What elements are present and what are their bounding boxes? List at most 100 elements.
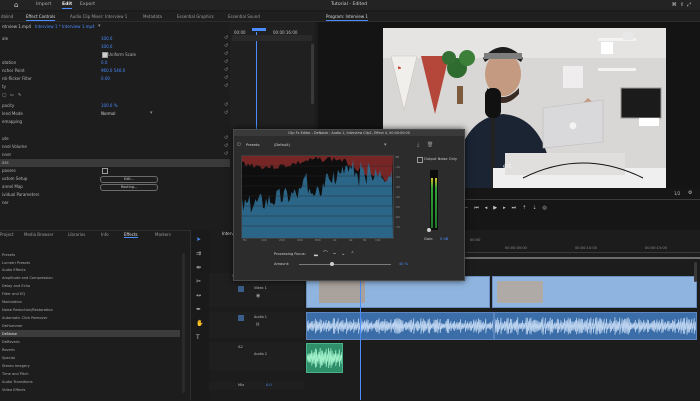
focus-curve-buttons[interactable]: ▂⌒⌣⌄⌃ [314, 250, 360, 257]
tab-markers[interactable]: Markers [155, 232, 171, 237]
ec-row[interactable]: nner ↺ [0, 151, 230, 159]
blend-mode-select[interactable]: Normal [101, 111, 115, 116]
pen-tool-icon[interactable]: ✒ [196, 306, 201, 313]
track-header-mix[interactable]: Mix 0.0 [208, 382, 304, 390]
audio-clip[interactable] [306, 312, 494, 340]
effects-list-item[interactable]: Delay and Echo [2, 284, 30, 288]
ec-row[interactable]: otation 0.0 ↺ [0, 59, 230, 67]
track-select-icon[interactable]: ⇉ [196, 250, 201, 257]
play-icon[interactable]: ▶ [493, 205, 503, 211]
ec-row[interactable]: emapping [0, 118, 230, 126]
frame-forward-icon[interactable]: ▸ [503, 205, 512, 211]
bypass-checkbox[interactable] [102, 168, 108, 174]
mask-tools-row[interactable]: ◯ ▭ ✎ [0, 91, 230, 99]
ec-row[interactable]: pacity 100.0 % ↺ [0, 102, 230, 110]
ec-row-selected[interactable]: ass [0, 159, 230, 167]
edit-button[interactable]: Edit... [100, 176, 158, 183]
tab-essential-graphics[interactable]: Essential Graphics [177, 14, 214, 19]
effects-list-item[interactable]: Time and Pitch [2, 372, 29, 376]
step-back-icon[interactable]: ⏮ [474, 205, 485, 211]
amount-slider-handle[interactable] [330, 262, 334, 266]
tab-dalind[interactable]: dalind [1, 14, 13, 19]
home-icon[interactable]: ⌂ [14, 1, 22, 9]
ec-row[interactable]: ner [0, 199, 230, 207]
menu-edit[interactable]: Edit [62, 2, 73, 9]
track-target-a1[interactable] [238, 315, 244, 321]
share-icon[interactable]: ⇪ [680, 2, 687, 8]
music-clip[interactable] [306, 343, 343, 373]
ec-row[interactable]: ividual Parameters [0, 191, 230, 199]
mute-icon[interactable]: M [256, 322, 259, 327]
tab-metadata[interactable]: Metadata [143, 14, 162, 19]
tab-libraries[interactable]: Libraries [68, 232, 85, 237]
uniform-scale-row[interactable]: Uniform Scale ↺ [0, 51, 230, 59]
noise-spectrum-display[interactable] [241, 155, 394, 239]
workspaces-icon[interactable]: ⌘ [672, 2, 680, 8]
effects-list-item[interactable]: Audio Transitions [2, 380, 33, 384]
audio-clip[interactable] [494, 312, 697, 340]
eye-icon[interactable]: ◉ [256, 293, 260, 299]
menu-export[interactable]: Export [80, 2, 95, 7]
effects-list-item[interactable]: Presets [2, 253, 15, 257]
custom-setup-row[interactable]: ustom Setup Edit... [0, 175, 230, 183]
type-tool-icon[interactable]: T [196, 334, 200, 341]
dropdown-icon[interactable]: ▾ [98, 23, 101, 29]
track-header-v1[interactable]: Video 1 ◉ [208, 283, 304, 307]
chevron-down-icon[interactable]: ▾ [384, 142, 387, 148]
lift-icon[interactable]: ⇡ [522, 205, 532, 211]
tab-effects[interactable]: Effects [124, 232, 138, 238]
tab-effect-controls[interactable]: Effect Controls [26, 14, 56, 21]
delete-preset-icon[interactable]: 🗑 [427, 142, 433, 148]
channel-map-row[interactable]: annel Map Routing... [0, 183, 230, 191]
clip-source-name[interactable]: Interview 1 * Interview 1.mp4 [35, 24, 95, 29]
effects-list-item[interactable]: Lumetri Presets [2, 261, 30, 265]
effects-list-item[interactable]: DeHummer [2, 324, 23, 328]
effects-list-item[interactable]: Filter and EQ [2, 292, 25, 296]
razor-tool-icon[interactable]: ✂ [196, 278, 201, 285]
slip-tool-icon[interactable]: ↔ [196, 292, 201, 299]
tab-info[interactable]: Info [101, 232, 109, 237]
settings-icon[interactable]: ⚙ [688, 190, 692, 196]
effects-list-item[interactable]: DeReverb [2, 340, 20, 344]
bypass-row[interactable]: passes [0, 167, 230, 175]
rect-mask-icon[interactable]: ▭ [10, 92, 14, 97]
tab-media-browser[interactable]: Media Browser [24, 232, 54, 237]
ec-row[interactable]: nnel Volume ↺ [0, 143, 230, 151]
tab-project[interactable]: Project [0, 232, 14, 237]
save-preset-icon[interactable]: ⤓ [417, 142, 419, 148]
selection-tool-icon[interactable]: ➤ [196, 236, 201, 243]
power-icon[interactable]: ⏻ [237, 142, 241, 148]
effects-list-item[interactable]: Stereo Imagery [2, 364, 30, 368]
video-clip[interactable] [492, 276, 697, 308]
effects-list-item[interactable]: Amplitude and Compression [2, 276, 53, 280]
ec-playhead-marker[interactable] [252, 28, 266, 31]
track-header-a1[interactable]: Audio 1 M [208, 312, 304, 338]
effects-list-item[interactable]: Video Effects [2, 388, 25, 392]
menu-import[interactable]: Import [36, 2, 51, 7]
track-header-a2[interactable]: A2 Audio 2 [208, 342, 304, 370]
export-frame-icon[interactable]: ◎ [543, 205, 553, 211]
gain-value[interactable]: 0 dB [440, 237, 448, 241]
tab-audio-clip-mixer[interactable]: Audio Clip Mixer: Interview 1 [70, 14, 127, 19]
effects-list-item[interactable]: Automatic Click Remover [2, 316, 47, 320]
effects-list-item[interactable]: Modulation [2, 300, 22, 304]
ec-scrollbar[interactable] [311, 44, 314, 104]
ec-row[interactable]: nchor Point 960.0 540.0 ↺ [0, 67, 230, 75]
mark-in-icon[interactable]: ⌐ [464, 205, 474, 211]
effects-list-item[interactable]: Special [2, 356, 15, 360]
ec-row[interactable]: ale 100.0 ↺ [0, 35, 230, 43]
pen-mask-icon[interactable]: ✎ [18, 92, 21, 97]
gain-slider-handle[interactable] [427, 228, 431, 232]
effects-scrollbar[interactable] [182, 253, 185, 393]
effects-list-item[interactable]: Audio Effects [2, 268, 26, 272]
timeline-scrollbar[interactable] [694, 262, 697, 282]
program-scrub-bar[interactable] [464, 199, 700, 200]
amount-slider[interactable] [299, 264, 391, 265]
amount-value[interactable]: 40 % [399, 262, 408, 266]
effects-list-item[interactable]: Reverb [2, 348, 15, 352]
presets-select[interactable]: (Default) [274, 143, 290, 147]
fullscreen-icon[interactable]: ⤢ [687, 2, 694, 8]
ec-row[interactable]: ty ↺ [0, 83, 230, 91]
program-fit[interactable]: 1/2 [674, 191, 680, 196]
effects-list-item[interactable]: Noise Reduction/Restoration [2, 308, 53, 312]
